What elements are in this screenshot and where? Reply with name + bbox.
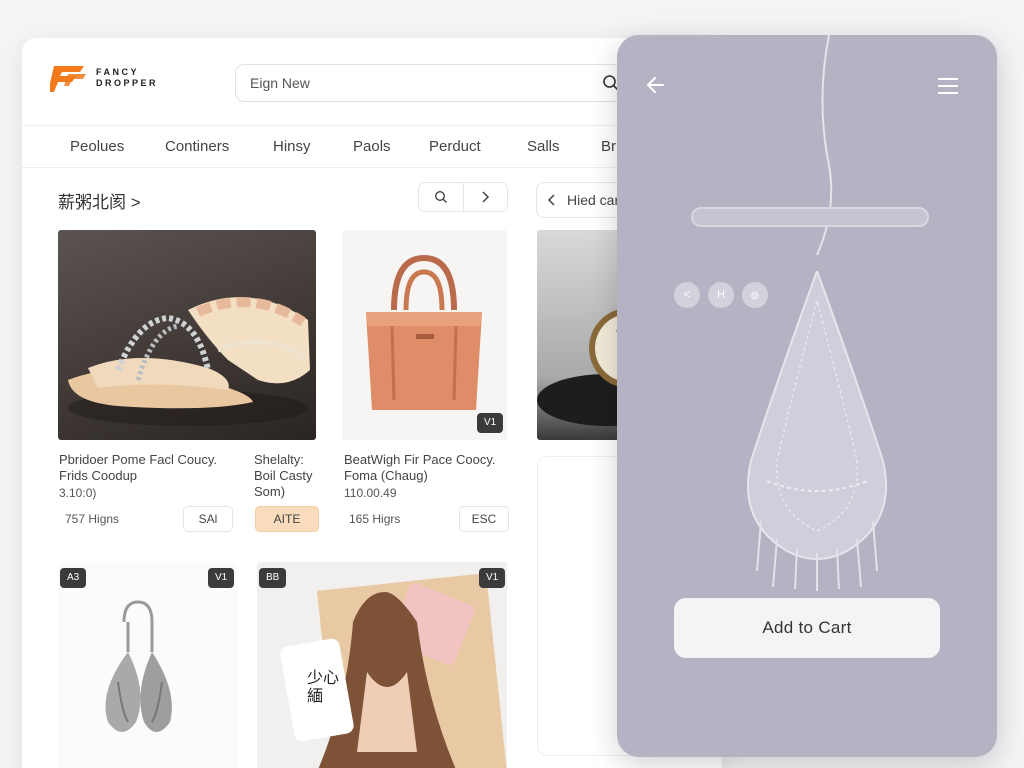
section-title[interactable]: 薪粥北阂 >: [58, 188, 141, 213]
product-badge: A3: [60, 568, 87, 588]
product-badge: V1: [208, 568, 235, 588]
product-title[interactable]: Pbridoer Pome Facl Coucy. Frids Coodup: [59, 452, 259, 484]
product-rating: 165 Higrs: [349, 512, 401, 526]
earrings-image[interactable]: A3 V1: [58, 562, 238, 768]
chevron-right-icon[interactable]: [464, 183, 508, 211]
sandals-image[interactable]: [58, 230, 316, 440]
brand-logo[interactable]: FANCY DROPPER: [48, 60, 158, 96]
nav-item[interactable]: Peolues: [70, 138, 124, 155]
brand-name: FANCY DROPPER: [96, 67, 158, 89]
product-rating: 757 Higns: [65, 512, 120, 526]
nav-item[interactable]: Br: [601, 138, 616, 155]
product-title-line: Pbridoer Pome Facl Coucy.: [59, 452, 217, 467]
search-input[interactable]: Eign New: [235, 64, 655, 102]
nav-item[interactable]: Paols: [353, 138, 391, 155]
nav-item[interactable]: Continers: [165, 138, 229, 155]
product-badge: BB: [259, 568, 287, 588]
product-tag[interactable]: SAl: [183, 506, 233, 532]
brand-line1: FANCY: [96, 67, 140, 77]
nav-item[interactable]: Perduct: [429, 138, 481, 155]
product-title-line: Foma (Chaug): [344, 468, 428, 483]
product-title-line: Shelalty:: [254, 452, 304, 467]
poster-image[interactable]: 少心 緬 BB V1: [257, 562, 507, 768]
brand-line2: DROPPER: [96, 78, 159, 88]
circle-button[interactable]: H: [708, 282, 734, 308]
product-price: 3.10:0): [59, 486, 97, 500]
product-price: 110.00.49: [344, 486, 397, 500]
product-title[interactable]: Shelalty: Boil Casty Som): [254, 452, 334, 500]
product-title[interactable]: BeatWigh Fir Pace Coocy. Foma (Chaug): [344, 452, 514, 484]
product-title-line: BeatWigh Fir Pace Coocy.: [344, 452, 496, 467]
section-controls: [418, 182, 508, 212]
product-title-line: Som): [254, 484, 286, 499]
circle-button[interactable]: <: [674, 282, 700, 308]
product-badge: V1: [479, 568, 506, 588]
search-text: Eign New: [250, 75, 310, 91]
slider-track[interactable]: [691, 207, 929, 227]
bag-print-text: 少心 緬: [307, 670, 340, 705]
add-to-cart-button[interactable]: Add to Cart: [674, 598, 940, 658]
nav-item[interactable]: Hinsy: [273, 138, 311, 155]
search-icon[interactable]: [419, 183, 464, 211]
handbag-image[interactable]: V1: [342, 230, 507, 440]
nav-item[interactable]: Salls: [527, 138, 560, 155]
chevron-left-icon: [547, 183, 557, 229]
back-button-label: Hied car: [567, 192, 620, 208]
product-badge: V1: [477, 413, 504, 433]
mobile-product-view: < H ⊚ Add to Cart: [617, 35, 997, 757]
brand-logo-icon: [48, 60, 90, 96]
product-title-line: Frids Coodup: [59, 468, 138, 483]
product-tag[interactable]: ESC: [459, 506, 509, 532]
product-title-line: Boil Casty: [254, 468, 313, 483]
product-tag[interactable]: AITE: [255, 506, 319, 532]
lace-pendant-icon: [747, 271, 887, 591]
